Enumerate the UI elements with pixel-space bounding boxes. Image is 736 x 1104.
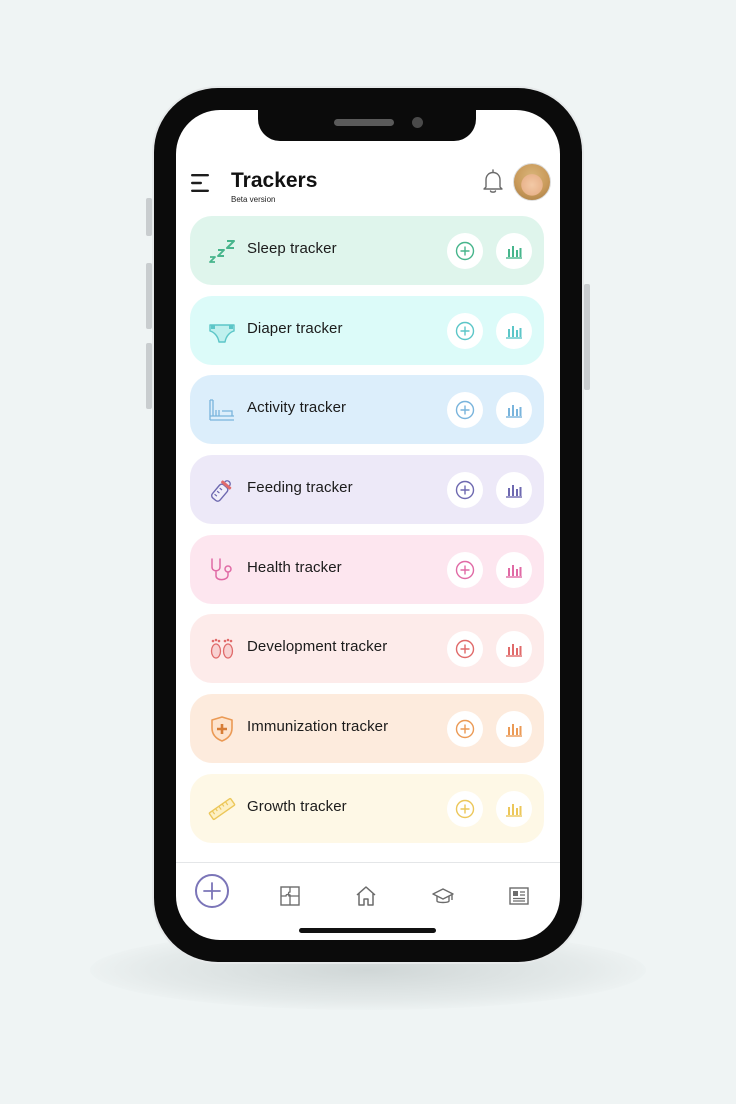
phone-notch [258,110,476,141]
activity-crib-icon [209,399,234,422]
view-stats-button[interactable] [496,711,532,748]
plus-circle-icon [455,799,475,819]
diaper-icon [209,323,235,343]
tracker-label: Diaper tracker [247,319,343,337]
view-stats-button[interactable] [496,392,532,429]
view-stats-button[interactable] [496,551,532,588]
view-stats-button[interactable] [496,312,532,349]
newspaper-icon[interactable] [508,885,530,907]
bell-icon[interactable] [482,168,504,194]
add-icon [203,882,221,900]
tracker-label: Immunization tracker [247,718,389,736]
plus-circle-icon [455,401,475,420]
tracker-label: Growth tracker [247,797,347,815]
phone-power-button [584,284,590,390]
plus-circle-icon [455,560,475,579]
stethoscope-icon [211,558,232,581]
phone-frame: Trackers Beta version Sleep tracker Diap… [152,86,584,964]
puzzle-icon[interactable] [279,885,301,907]
tracker-card-health[interactable]: Health tracker [190,534,544,604]
app-screen: Trackers Beta version Sleep tracker Diap… [176,110,560,940]
add-entry-button[interactable] [447,312,483,349]
plus-circle-icon [455,640,475,659]
tracker-card-sleep[interactable]: Sleep tracker [190,216,544,285]
bar-chart-icon [506,803,522,817]
tracker-label: Activity tracker [247,399,347,417]
bar-chart-icon [506,485,522,498]
shield-cross-icon [211,716,233,742]
add-entry-button[interactable] [447,711,483,748]
add-entry-button[interactable] [447,790,483,827]
tracker-card-diaper[interactable]: Diaper tracker [190,295,544,365]
plus-circle-icon [455,480,475,500]
menu-icon[interactable] [191,173,213,193]
graduation-cap-icon[interactable] [432,885,454,907]
bar-chart-icon [506,325,522,339]
add-entry-button[interactable] [447,551,483,588]
tracker-label: Feeding tracker [247,479,353,497]
bar-chart-icon [506,644,522,658]
baby-feet-icon [210,639,234,660]
view-stats-button[interactable] [496,631,532,668]
tracker-list: Sleep tracker Diaper tracker Activity tr… [190,216,544,854]
notch-speaker [334,119,394,126]
home-icon[interactable] [355,885,377,907]
plus-circle-icon [455,719,475,739]
plus-circle-icon [455,321,475,340]
tracker-card-feeding[interactable]: Feeding tracker [190,455,544,525]
ruler-icon [208,797,236,820]
view-stats-button[interactable] [496,233,532,269]
bar-chart-icon [506,724,522,737]
phone-bezel: Trackers Beta version Sleep tracker Diap… [154,88,582,962]
view-stats-button[interactable] [496,472,532,509]
add-entry-button[interactable] [447,631,483,668]
bar-chart-icon [506,564,522,578]
bar-chart-icon [506,246,522,259]
tracker-card-development[interactable]: Development tracker [190,614,544,684]
nav-divider [176,862,560,863]
baby-bottle-icon [210,480,232,502]
add-entry-button[interactable] [447,472,483,509]
page-title: Trackers [231,169,318,192]
sleep-zzz-icon [209,240,235,263]
tracker-card-immunization[interactable]: Immunization tracker [190,694,544,764]
tracker-label: Health tracker [247,558,342,576]
home-indicator[interactable] [299,928,436,933]
tracker-label: Development tracker [247,638,388,656]
add-entry-button[interactable] [447,233,483,269]
tracker-card-activity[interactable]: Activity tracker [190,375,544,445]
view-stats-button[interactable] [496,790,532,827]
add-fab-button[interactable] [195,874,229,908]
page-subtitle: Beta version [231,195,276,204]
add-entry-button[interactable] [447,392,483,429]
tracker-label: Sleep tracker [247,240,337,257]
bar-chart-icon [506,405,522,419]
app-header: Trackers Beta version [176,160,560,210]
user-avatar[interactable] [513,163,551,201]
tracker-card-growth[interactable]: Growth tracker [190,773,544,843]
notch-camera [412,117,423,128]
plus-circle-icon [455,241,475,261]
